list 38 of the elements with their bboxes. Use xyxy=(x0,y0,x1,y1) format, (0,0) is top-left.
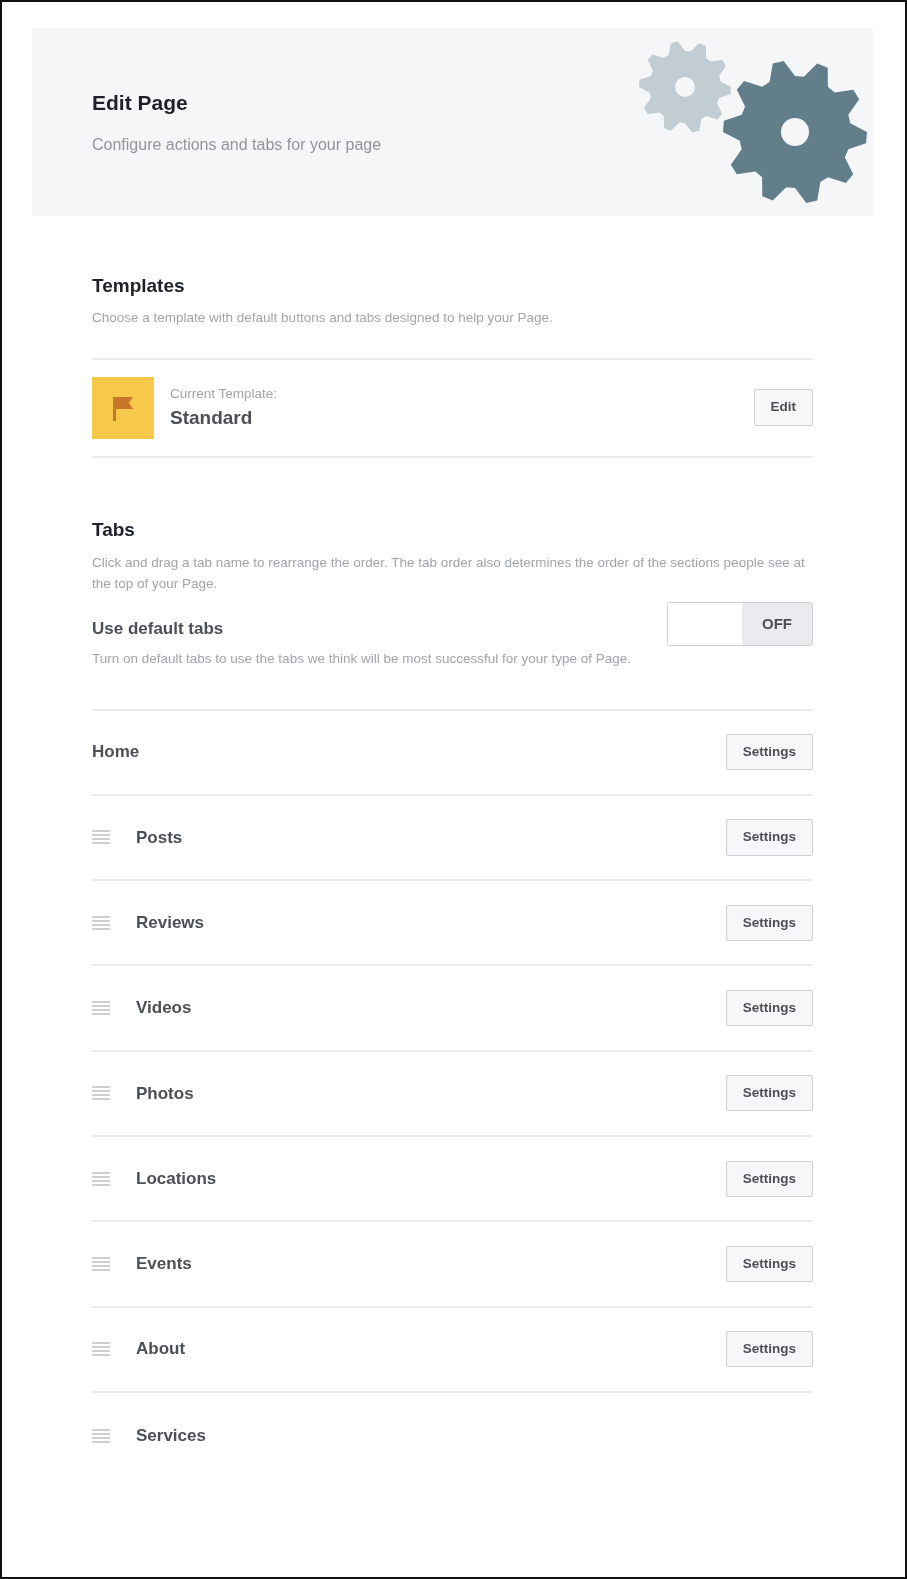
settings-button[interactable]: Settings xyxy=(725,819,813,856)
drag-handle-icon[interactable] xyxy=(92,1254,110,1273)
settings-button[interactable]: Settings xyxy=(725,734,813,771)
template-name: Standard xyxy=(170,405,254,430)
drag-handle-icon[interactable] xyxy=(92,1169,110,1188)
drag-handle-icon[interactable] xyxy=(92,1426,110,1445)
settings-button[interactable]: Settings xyxy=(725,1160,813,1197)
tab-name: Events xyxy=(136,1253,193,1276)
settings-button[interactable]: Settings xyxy=(725,1331,813,1368)
tab-name: Photos xyxy=(136,1082,195,1105)
tab-name: Reviews xyxy=(136,912,206,934)
drag-handle-icon[interactable] xyxy=(92,1084,110,1103)
setting-label: Use default tabs xyxy=(92,618,225,640)
drag-handle-icon[interactable] xyxy=(92,828,110,847)
settings-button[interactable]: Settings xyxy=(725,1075,813,1112)
section-description: Choose a template with default buttons and tabs designed to help your Page. xyxy=(92,308,554,327)
tab-name: Videos xyxy=(136,997,193,1020)
toggle-switch[interactable]: OFF xyxy=(667,602,813,646)
tab-name: Services xyxy=(136,1424,207,1447)
drag-handle-icon[interactable] xyxy=(92,913,110,932)
setting-description: Turn on default tabs to use the tabs we think will be most successful for your type of Page. xyxy=(92,649,632,668)
tab-name: About xyxy=(136,1338,187,1361)
flag-icon xyxy=(92,376,154,439)
tab-name: Home xyxy=(92,741,141,764)
drag-handle-icon[interactable] xyxy=(92,999,110,1018)
page-title: Edit Page xyxy=(92,90,189,117)
settings-button[interactable]: Settings xyxy=(725,1245,813,1283)
page-subtitle: Configure actions and tabs for your page xyxy=(92,134,382,155)
section-title: Templates xyxy=(92,274,186,298)
section-title: Tabs xyxy=(92,517,136,542)
edit-button[interactable]: Edit xyxy=(753,389,813,426)
settings-button[interactable]: Settings xyxy=(725,989,813,1027)
section-description: Click and drag a tab name to rearrange the order. The tab order also determines the order of the sections people see at the top of your Page. xyxy=(92,554,806,593)
tab-name: Locations xyxy=(136,1167,218,1190)
template-label: Current Template: xyxy=(170,384,279,403)
settings-button[interactable]: Settings xyxy=(725,904,813,941)
drag-handle-icon[interactable] xyxy=(92,1340,110,1359)
tab-name: Posts xyxy=(136,826,184,849)
